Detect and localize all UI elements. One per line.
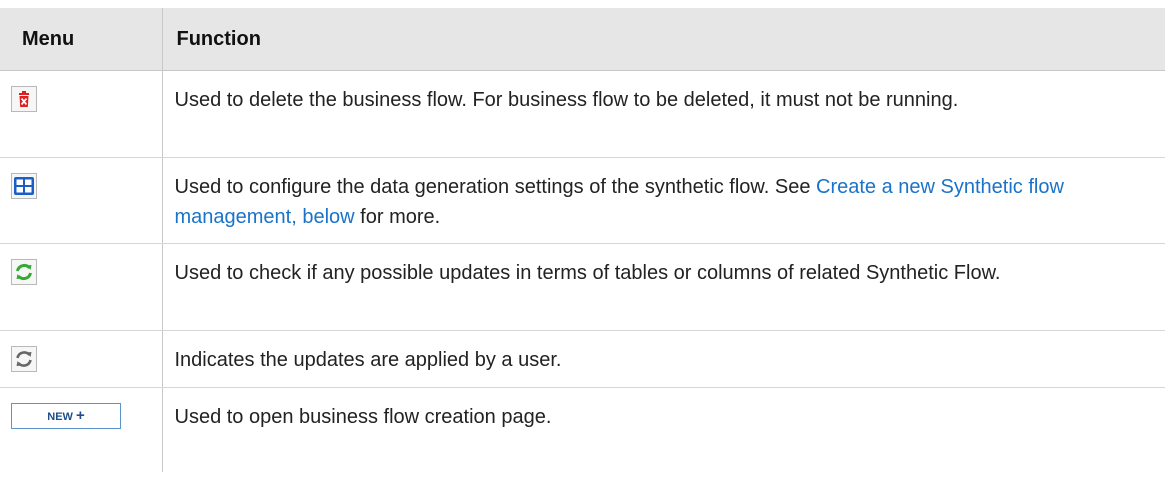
menu-function-table: Menu Function Used to delete the busines… xyxy=(0,8,1165,472)
plus-icon: + xyxy=(75,407,85,424)
function-cell: Used to check if any possible updates in… xyxy=(162,243,1165,331)
function-cell: Used to delete the business flow. For bu… xyxy=(162,70,1165,158)
table-header-row: Menu Function xyxy=(0,8,1165,71)
new-button[interactable]: NEW + xyxy=(11,403,121,429)
function-cell: Used to open business flow creation page… xyxy=(174,406,552,428)
table-row: Used to check if any possible updates in… xyxy=(0,243,1165,331)
new-button-label: NEW xyxy=(47,411,73,423)
table-row: NEW + Used to open business flow creation… xyxy=(0,387,1165,472)
menu-cell xyxy=(0,243,163,331)
table-row: Indicates the updates are applied by a u… xyxy=(0,330,1165,388)
function-cell: Indicates the updates are applied by a u… xyxy=(162,330,1165,388)
menu-cell xyxy=(0,330,163,388)
delete-icon[interactable] xyxy=(11,86,37,121)
refresh-gray-icon[interactable] xyxy=(11,346,37,381)
header-function: Function xyxy=(161,8,1165,71)
menu-cell xyxy=(0,157,163,244)
table-row: Used to delete the business flow. For bu… xyxy=(0,70,1165,158)
grid-settings-icon[interactable] xyxy=(11,173,37,208)
function-cell: Used to configure the data generation se… xyxy=(162,157,1165,244)
menu-cell xyxy=(0,70,163,158)
header-menu: Menu xyxy=(0,8,162,71)
refresh-green-icon[interactable] xyxy=(11,259,37,294)
function-text-suffix: for more. xyxy=(354,206,441,228)
menu-cell: NEW + xyxy=(0,387,163,472)
function-text: Used to configure the data generation se… xyxy=(174,176,817,198)
table-row: Used to configure the data generation se… xyxy=(0,157,1165,244)
